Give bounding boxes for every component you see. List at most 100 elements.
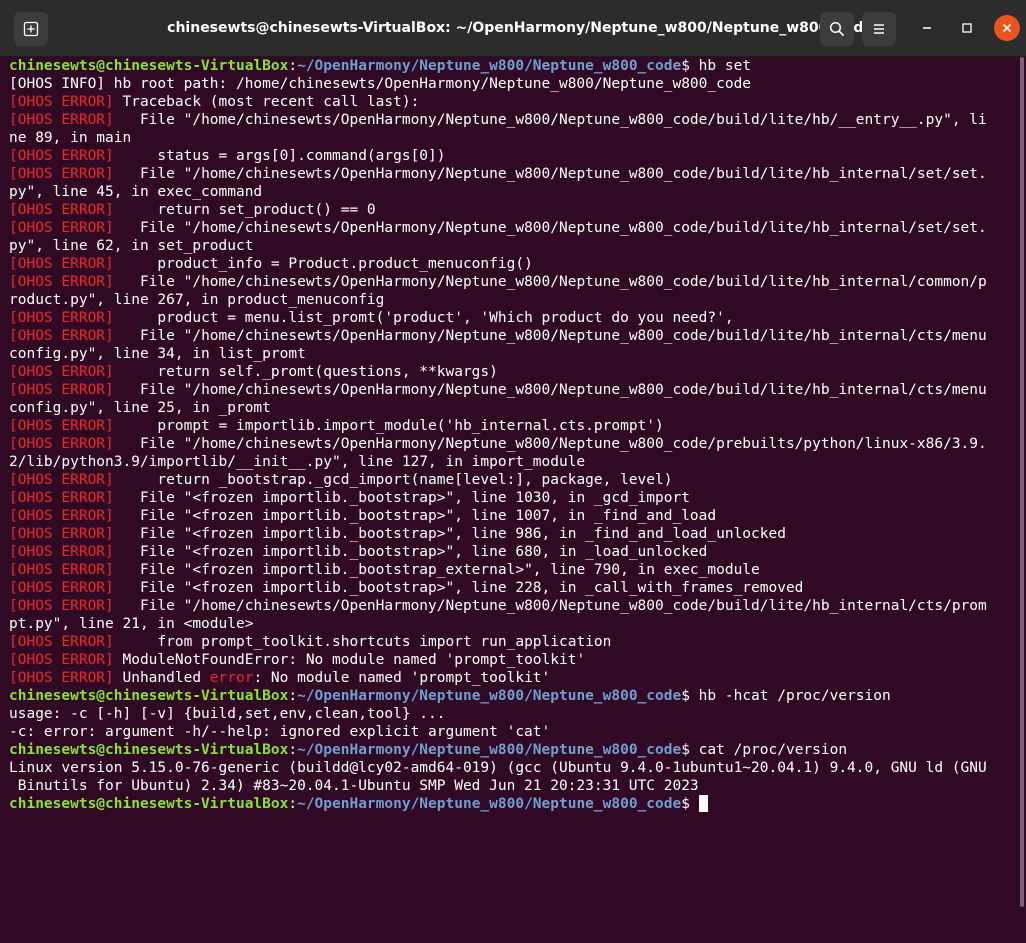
error-text: product_info = Product.product_menuconfi… — [113, 256, 533, 272]
output-text: Binutils for Ubuntu) 2.34) #83~20.04.1-U… — [9, 778, 699, 794]
terminal-line: config.py", line 34, in list_promt — [9, 345, 1016, 363]
error-tag: [OHOS ERROR] — [9, 472, 114, 488]
scrollbar-thumb[interactable] — [1020, 57, 1024, 907]
output-text: roduct.py", line 267, in product_menucon… — [9, 292, 385, 308]
output-text: config.py", line 25, in _promt — [9, 400, 271, 416]
terminal-line: py", line 62, in set_product — [9, 237, 1016, 255]
output-text: -c: error: argument -h/--help: ignored e… — [9, 724, 551, 740]
maximize-button[interactable] — [954, 15, 980, 41]
search-icon — [829, 21, 845, 37]
prompt-user: chinesewts@chinesewts-VirtualBox — [9, 742, 289, 758]
command-text: hb -hcat /proc/version — [689, 688, 891, 704]
terminal-line: chinesewts@chinesewts-VirtualBox:~/OpenH… — [9, 795, 1016, 813]
terminal-line: [OHOS ERROR] File "/home/chinesewts/Open… — [9, 273, 1016, 291]
prompt-separator: : — [288, 58, 298, 74]
terminal-line: py", line 45, in exec_command — [9, 183, 1016, 201]
scrollbar[interactable] — [1017, 57, 1026, 943]
error-text: File "<frozen importlib._bootstrap>", li… — [113, 580, 804, 596]
output-text: 2/lib/python3.9/importlib/__init__.py", … — [9, 454, 586, 470]
text-cursor — [698, 795, 708, 812]
output-text: [OHOS INFO] hb root path: /home/chinesew… — [9, 76, 752, 92]
error-keyword: error — [209, 670, 254, 686]
menu-button[interactable] — [862, 12, 896, 46]
prompt-symbol: $ — [681, 688, 690, 704]
prompt-symbol: $ — [681, 58, 690, 74]
terminal-line: Binutils for Ubuntu) 2.34) #83~20.04.1-U… — [9, 777, 1016, 795]
new-tab-button[interactable] — [14, 12, 48, 46]
error-text: File "<frozen importlib._bootstrap_exter… — [113, 562, 760, 578]
terminal-line: [OHOS ERROR] File "/home/chinesewts/Open… — [9, 381, 1016, 399]
error-text: return _bootstrap._gcd_import(name[level… — [113, 472, 673, 488]
error-text: File "/home/chinesewts/OpenHarmony/Neptu… — [113, 112, 987, 128]
error-tag: [OHOS ERROR] — [9, 598, 114, 614]
prompt-user: chinesewts@chinesewts-VirtualBox — [9, 688, 289, 704]
terminal-line: 2/lib/python3.9/importlib/__init__.py", … — [9, 453, 1016, 471]
output-text: py", line 62, in set_product — [9, 238, 254, 254]
terminal-line: [OHOS ERROR] File "/home/chinesewts/Open… — [9, 165, 1016, 183]
terminal-line: [OHOS ERROR] product = menu.list_promt('… — [9, 309, 1016, 327]
error-text: ModuleNotFoundError: No module named 'pr… — [113, 652, 586, 668]
terminal-line: chinesewts@chinesewts-VirtualBox:~/OpenH… — [9, 57, 1016, 75]
terminal-line: [OHOS ERROR] return set_product() == 0 — [9, 201, 1016, 219]
search-button[interactable] — [820, 12, 854, 46]
close-button[interactable] — [994, 15, 1020, 41]
error-text: File "/home/chinesewts/OpenHarmony/Neptu… — [113, 382, 987, 398]
terminal-line: usage: -c [-h] [-v] {build,set,env,clean… — [9, 705, 1016, 723]
terminal-line: [OHOS ERROR] ModuleNotFoundError: No mod… — [9, 651, 1016, 669]
error-text: File "/home/chinesewts/OpenHarmony/Neptu… — [113, 328, 987, 344]
error-tag: [OHOS ERROR] — [9, 382, 114, 398]
terminal-output[interactable]: chinesewts@chinesewts-VirtualBox:~/OpenH… — [0, 57, 1016, 943]
error-tag: [OHOS ERROR] — [9, 580, 114, 596]
command-text: cat /proc/version — [689, 742, 848, 758]
error-tag: [OHOS ERROR] — [9, 526, 114, 542]
prompt-user: chinesewts@chinesewts-VirtualBox — [9, 796, 289, 812]
command-text: hb set — [689, 58, 752, 74]
error-tag: [OHOS ERROR] — [9, 274, 114, 290]
error-text: File "<frozen importlib._bootstrap>", li… — [113, 544, 708, 560]
prompt-symbol: $ — [681, 796, 690, 812]
terminal-line: ne 89, in main — [9, 129, 1016, 147]
error-text: File "/home/chinesewts/OpenHarmony/Neptu… — [113, 598, 987, 614]
error-text: product = menu.list_promt('product', 'Wh… — [113, 310, 734, 326]
output-text: ne 89, in main — [9, 130, 132, 146]
minimize-button[interactable] — [914, 15, 940, 41]
error-text: prompt = importlib.import_module('hb_int… — [113, 418, 664, 434]
error-tag: [OHOS ERROR] — [9, 436, 114, 452]
output-text: usage: -c [-h] [-v] {build,set,env,clean… — [9, 706, 446, 722]
error-text: : No module named 'prompt_toolkit' — [253, 670, 551, 686]
close-icon — [1002, 23, 1012, 33]
title-bar[interactable]: chinesewts@chinesewts-VirtualBox: ~/Open… — [0, 0, 1026, 57]
terminal-line: [OHOS ERROR] File "<frozen importlib._bo… — [9, 543, 1016, 561]
error-text: File "<frozen importlib._bootstrap>", li… — [113, 526, 786, 542]
terminal-line: roduct.py", line 267, in product_menucon… — [9, 291, 1016, 309]
error-tag: [OHOS ERROR] — [9, 112, 114, 128]
prompt-symbol: $ — [681, 742, 690, 758]
terminal-line: [OHOS ERROR] Traceback (most recent call… — [9, 93, 1016, 111]
error-text: File "<frozen importlib._bootstrap>", li… — [113, 508, 717, 524]
terminal-line: [OHOS ERROR] File "/home/chinesewts/Open… — [9, 111, 1016, 129]
error-text: Traceback (most recent call last): — [113, 94, 420, 110]
error-text: File "/home/chinesewts/OpenHarmony/Neptu… — [113, 166, 987, 182]
terminal-line: [OHOS ERROR] from prompt_toolkit.shortcu… — [9, 633, 1016, 651]
error-tag: [OHOS ERROR] — [9, 634, 114, 650]
terminal-line: [OHOS ERROR] return _bootstrap._gcd_impo… — [9, 471, 1016, 489]
terminal-line: [OHOS ERROR] File "<frozen importlib._bo… — [9, 579, 1016, 597]
error-text: File "/home/chinesewts/OpenHarmony/Neptu… — [113, 436, 987, 452]
terminal-line: [OHOS ERROR] Unhandled error: No module … — [9, 669, 1016, 687]
terminal-line: chinesewts@chinesewts-VirtualBox:~/OpenH… — [9, 741, 1016, 759]
error-tag: [OHOS ERROR] — [9, 202, 114, 218]
terminal-line: [OHOS ERROR] prompt = importlib.import_m… — [9, 417, 1016, 435]
command-text — [690, 796, 699, 812]
error-text: File "/home/chinesewts/OpenHarmony/Neptu… — [113, 274, 987, 290]
terminal-line: [OHOS ERROR] File "<frozen importlib._bo… — [9, 525, 1016, 543]
prompt-separator: : — [288, 742, 298, 758]
error-tag: [OHOS ERROR] — [9, 562, 114, 578]
prompt-path: ~/OpenHarmony/Neptune_w800/Neptune_w800_… — [297, 742, 682, 758]
prompt-path: ~/OpenHarmony/Neptune_w800/Neptune_w800_… — [297, 796, 682, 812]
terminal-line: pt.py", line 21, in <module> — [9, 615, 1016, 633]
terminal-line: [OHOS INFO] hb root path: /home/chinesew… — [9, 75, 1016, 93]
error-tag: [OHOS ERROR] — [9, 418, 114, 434]
maximize-icon — [962, 23, 972, 33]
terminal-line: [OHOS ERROR] File "<frozen importlib._bo… — [9, 489, 1016, 507]
error-tag: [OHOS ERROR] — [9, 310, 114, 326]
